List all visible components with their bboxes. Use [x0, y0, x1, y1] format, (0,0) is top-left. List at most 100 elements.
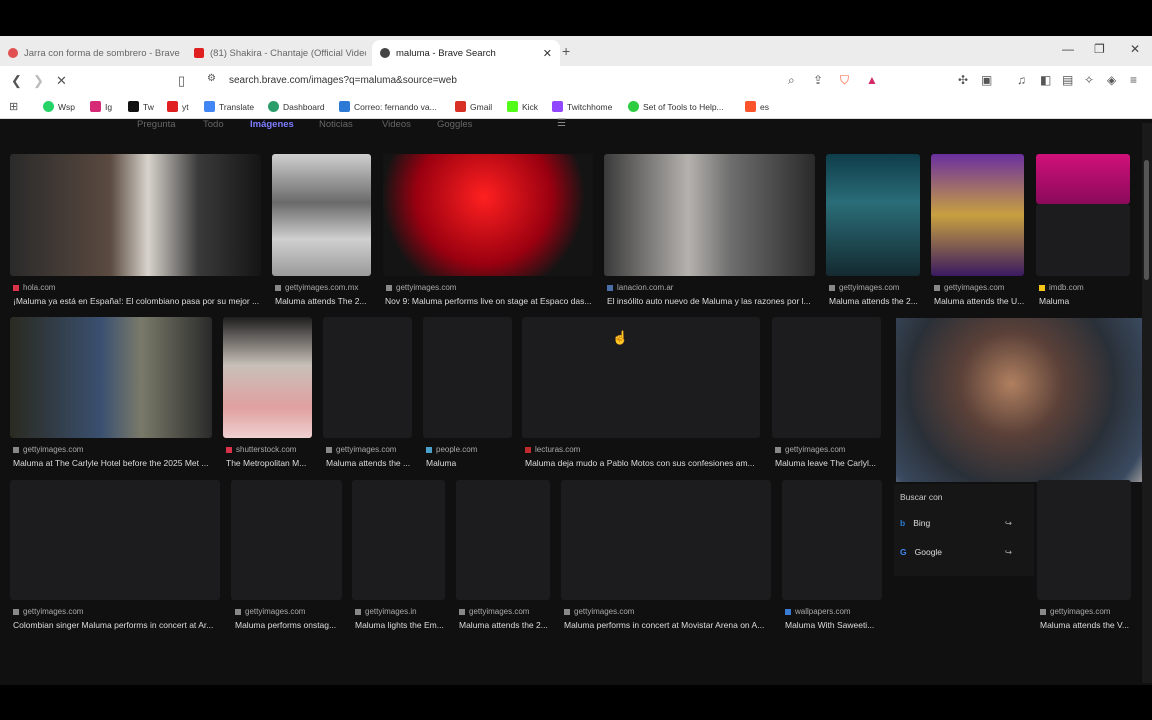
extensions-icon[interactable]: ✣ — [958, 73, 968, 87]
apps-grid-icon[interactable]: ⊞ — [9, 100, 18, 113]
minimize-icon[interactable]: — — [1062, 42, 1074, 56]
tab-label: Jarra con forma de sombrero - Brave — [24, 47, 180, 59]
result-caption[interactable]: Maluma attends the U... — [934, 296, 1028, 306]
bookmark-label: Translate — [219, 101, 255, 112]
result-caption[interactable]: Maluma performs onstag... — [235, 620, 343, 630]
source-favicon-icon — [607, 284, 613, 291]
result-source: wallpapers.com — [785, 607, 851, 616]
result-source: gettyimages.com — [13, 607, 83, 616]
bookmark-dashboard[interactable]: Dashboard — [268, 101, 325, 112]
tab-todo[interactable]: Todo — [203, 119, 224, 130]
result-caption[interactable]: Maluma lights the Em... — [355, 620, 447, 630]
image-result-9[interactable] — [223, 317, 312, 438]
bookmark-kick[interactable]: Kick — [507, 101, 538, 112]
bookmark-set-of-tools[interactable]: Set of Tools to Help... — [628, 101, 724, 112]
image-result-7[interactable] — [1036, 154, 1130, 204]
result-caption[interactable]: Maluma performs in concert at Movistar A… — [564, 620, 772, 630]
new-tab-plus-icon[interactable]: + — [562, 43, 570, 59]
zoom-icon[interactable]: ⌕ — [788, 73, 795, 88]
brave-shields-icon[interactable]: ⛉ — [840, 73, 849, 88]
result-caption[interactable]: Maluma — [1039, 296, 1133, 306]
result-caption[interactable]: Maluma attends The 2... — [275, 296, 375, 306]
result-caption[interactable]: Maluma deja mudo a Pablo Motos con sus c… — [525, 458, 760, 468]
bookmark-wsp[interactable]: Wsp — [43, 101, 75, 112]
image-result-3[interactable] — [383, 154, 593, 276]
tab-videos[interactable]: Videos — [382, 119, 411, 130]
brave-rewards-icon[interactable]: ▲ — [866, 73, 878, 87]
sidebar-icon[interactable]: ◧ — [1040, 73, 1051, 87]
result-caption[interactable]: Maluma leave The Carlyl... — [775, 458, 883, 468]
image-result-1[interactable] — [10, 154, 261, 276]
image-result-8[interactable] — [10, 317, 212, 438]
close-window-icon[interactable]: ✕ — [1130, 42, 1140, 56]
result-caption[interactable]: Colombian singer Maluma performs in conc… — [13, 620, 220, 630]
image-placeholder — [1036, 204, 1130, 276]
bookmark-tw[interactable]: Tw — [128, 101, 154, 112]
source-favicon-icon — [1039, 284, 1045, 291]
image-placeholder — [522, 317, 760, 438]
tab-search-icon[interactable]: ▣ — [981, 73, 992, 87]
image-result-4[interactable] — [604, 154, 815, 276]
result-caption[interactable]: Maluma With Saweeti... — [785, 620, 883, 630]
image-placeholder — [456, 480, 550, 600]
scrollbar-thumb[interactable] — [1144, 160, 1149, 280]
forward-icon[interactable]: ❯ — [33, 73, 44, 89]
source-favicon-icon — [459, 608, 465, 615]
result-caption[interactable]: El insólito auto nuevo de Maluma y las r… — [607, 296, 817, 306]
wallet-icon[interactable]: ▤ — [1062, 73, 1073, 87]
source-favicon-icon — [13, 446, 19, 453]
address-url[interactable]: search.brave.com/images?q=maluma&source=… — [229, 75, 457, 86]
bookmark-correo[interactable]: Correo: fernando va... — [339, 101, 437, 112]
source-text: gettyimages.com — [1050, 607, 1111, 616]
menu-icon[interactable]: ≡ — [1130, 73, 1137, 87]
source-favicon-icon — [355, 608, 361, 615]
bookmark-yt[interactable]: yt — [167, 101, 189, 112]
result-caption[interactable]: Nov 9: Maluma performs live on stage at … — [385, 296, 595, 306]
source-text: wallpapers.com — [795, 607, 851, 616]
media-icon[interactable]: ♫ — [1017, 73, 1026, 87]
result-caption[interactable]: Maluma attends the V... — [1040, 620, 1134, 630]
option-label: Bing — [913, 518, 931, 528]
source-favicon-icon — [275, 284, 281, 291]
tab-noticias[interactable]: Noticias — [319, 119, 353, 130]
search-with-bing[interactable]: b Bing ↪ — [900, 516, 1012, 530]
tab-maluma-active[interactable]: maluma - Brave Search ✕ — [372, 40, 560, 66]
close-tab-icon[interactable]: ✕ — [543, 47, 552, 60]
leo-ai-icon[interactable]: ✧ — [1084, 73, 1094, 87]
tab-imagenes[interactable]: Imágenes — [250, 119, 294, 130]
bookmark-es[interactable]: es — [745, 101, 769, 112]
webcam-overlay — [896, 318, 1152, 482]
stop-loading-icon[interactable]: ✕ — [56, 73, 67, 89]
bookmark-icon[interactable]: ▯ — [178, 73, 185, 89]
restore-icon[interactable]: ❐ — [1094, 42, 1105, 56]
site-settings-icon[interactable]: ⚙ — [207, 73, 216, 84]
result-caption[interactable]: Maluma attends the 2... — [459, 620, 551, 630]
result-caption[interactable]: Maluma attends the ... — [326, 458, 414, 468]
vpn-icon[interactable]: ◈ — [1107, 73, 1116, 87]
source-text: gettyimages.com — [574, 607, 635, 616]
search-with-google[interactable]: G Google ↪ — [900, 545, 1012, 559]
share-icon[interactable]: ⇪ — [813, 73, 823, 87]
filter-icon[interactable]: ☰ — [557, 118, 566, 129]
result-caption[interactable]: Maluma attends the 2... — [829, 296, 923, 306]
result-caption[interactable]: ¡Maluma ya está en España!: El colombian… — [13, 296, 263, 306]
image-result-5[interactable] — [826, 154, 920, 276]
result-caption[interactable]: Maluma at The Carlyle Hotel before the 2… — [13, 458, 213, 468]
result-caption[interactable]: The Metropolitan M... — [226, 458, 314, 468]
result-caption[interactable]: Maluma — [426, 458, 514, 468]
bookmark-gmail[interactable]: Gmail — [455, 101, 492, 112]
bookmark-ig[interactable]: Ig — [90, 101, 112, 112]
bookmark-twitchhome[interactable]: Twitchhome — [552, 101, 612, 112]
tab-shakira[interactable]: (81) Shakira - Chantaje (Official Video — [194, 40, 366, 66]
tab-pregunta[interactable]: Pregunta — [137, 119, 176, 130]
image-result-6[interactable] — [931, 154, 1024, 276]
bookmark-label: Ig — [105, 101, 113, 112]
twitch-icon — [552, 101, 563, 112]
back-icon[interactable]: ❮ — [11, 73, 22, 89]
tab-jarra[interactable]: Jarra con forma de sombrero - Brave — [8, 40, 188, 66]
bookmark-translate[interactable]: Translate — [204, 101, 254, 112]
bookmark-label: Set of Tools to Help... — [643, 101, 724, 112]
google-icon: G — [900, 547, 907, 557]
tab-goggles[interactable]: Goggles — [437, 119, 472, 130]
image-result-2[interactable] — [272, 154, 371, 276]
